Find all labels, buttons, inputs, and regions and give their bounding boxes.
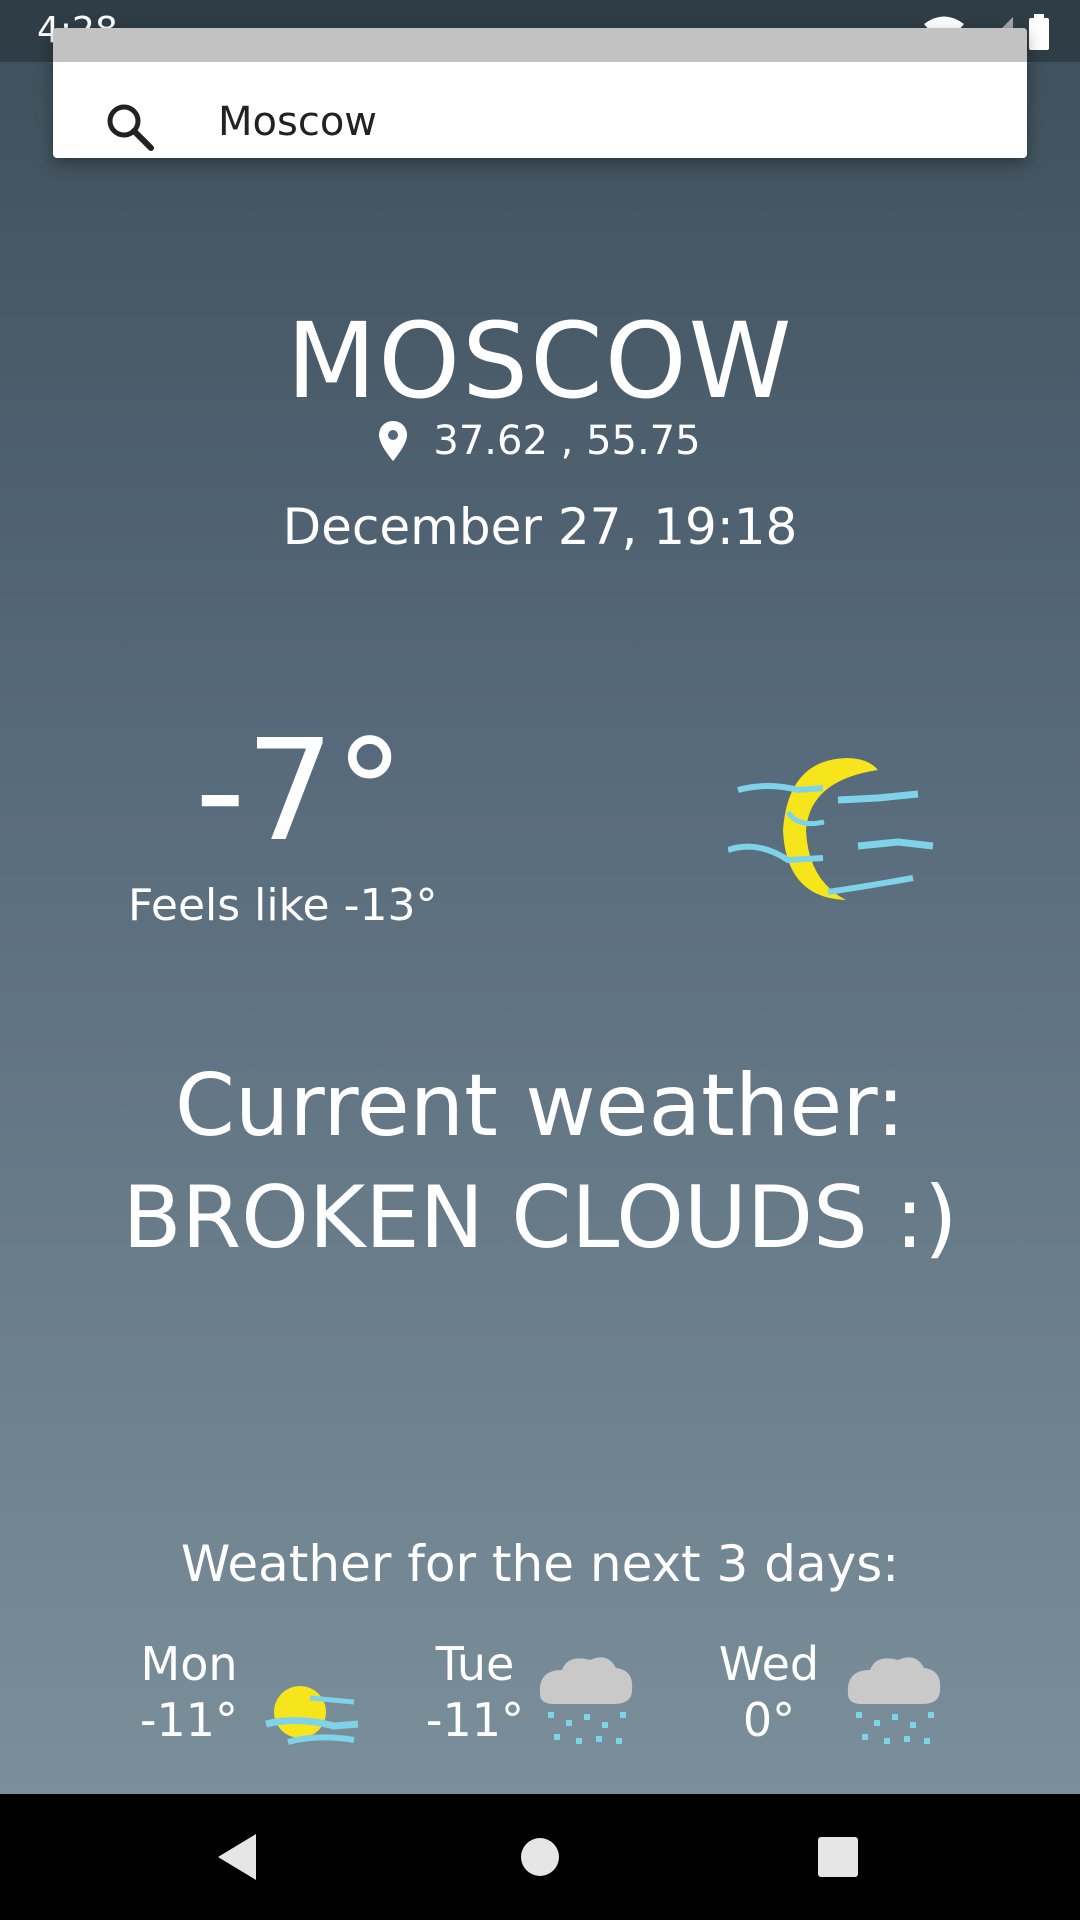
back-icon[interactable] xyxy=(206,1824,272,1890)
forecast-day-temp: -11° xyxy=(139,1693,239,1747)
forecast-day-name: Mon xyxy=(140,1637,238,1691)
forecast-day-mon: Mon -11° xyxy=(124,1636,254,1748)
home-icon[interactable] xyxy=(507,1824,573,1890)
location-pin-icon xyxy=(379,421,408,461)
search-bar[interactable] xyxy=(53,28,1027,158)
forecast-day-temp: -11° xyxy=(425,1693,525,1747)
forecast-day-wed: Wed 0° xyxy=(704,1636,834,1748)
date-time: December 27, 19:18 xyxy=(282,498,798,556)
forecast-day-tue: Tue -11° xyxy=(410,1636,540,1748)
current-weather-description: Current weather: BROKEN CLOUDS :) xyxy=(0,1050,1080,1274)
sun-clouds-icon xyxy=(265,1686,359,1745)
forecast-title: Weather for the next 3 days: xyxy=(180,1535,900,1593)
feels-like: Feels like -13° xyxy=(128,880,438,931)
forecast-day-name: Tue xyxy=(435,1637,515,1691)
search-input[interactable] xyxy=(218,94,978,150)
recents-icon[interactable] xyxy=(805,1824,871,1890)
city-name: MOSCOW xyxy=(286,300,794,422)
search-bar-shade xyxy=(53,28,1027,62)
coordinates-row: 37.62 , 55.75 xyxy=(0,418,1080,464)
search-icon[interactable] xyxy=(103,100,157,154)
weather-screen: 4:28 MOSCOW 37.62 , 55.7 xyxy=(0,0,1080,1794)
current-weather-label: Current weather: xyxy=(174,1056,906,1156)
current-temperature: -7° xyxy=(195,710,405,873)
forecast-day-name: Wed xyxy=(718,1637,820,1691)
moon-clouds-icon xyxy=(728,758,934,900)
forecast-day-temp: 0° xyxy=(742,1693,796,1747)
coordinates-text: 37.62 , 55.75 xyxy=(433,418,701,464)
current-weather-condition: BROKEN CLOUDS :) xyxy=(122,1168,958,1268)
snow-cloud-icon xyxy=(847,1657,941,1744)
snow-cloud-icon xyxy=(539,1657,633,1744)
battery-icon xyxy=(1029,14,1049,50)
navigation-bar xyxy=(0,1794,1080,1920)
